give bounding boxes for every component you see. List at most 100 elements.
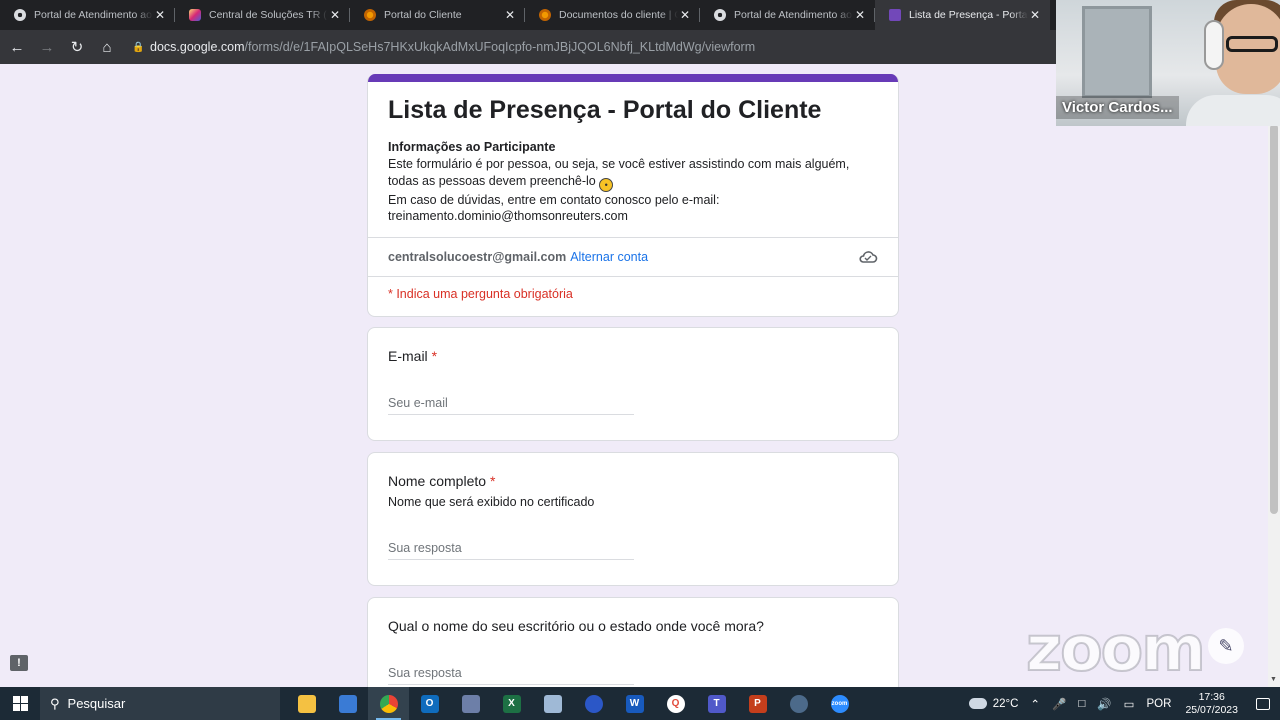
clock-time: 17:36 <box>1198 690 1225 703</box>
windows-taskbar: ⚲ Pesquisar O X W Q T P zoom 22°C ⌃ 🎤 □ … <box>0 687 1280 720</box>
portal-icon <box>364 9 376 21</box>
question-title: Qual o nome do seu escritório ou o estad… <box>388 618 878 634</box>
cloud-icon <box>968 698 987 709</box>
back-arrow-icon[interactable]: ← <box>4 34 30 60</box>
store-icon[interactable] <box>327 687 368 720</box>
chevron-up-icon[interactable]: ⌃ <box>1030 697 1040 711</box>
search-app-icon[interactable]: Q <box>655 687 696 720</box>
account-row: centralsolucoestr@gmail.com Alternar con… <box>368 238 898 276</box>
start-button[interactable] <box>0 687 40 720</box>
accent-band <box>368 74 898 82</box>
required-note: * Indica uma pergunta obrigatória <box>388 287 573 302</box>
cloud-save-icon <box>859 251 878 263</box>
notification-icon[interactable] <box>1256 697 1270 710</box>
language-indicator[interactable]: POR <box>1147 698 1172 710</box>
taskbar-search[interactable]: ⚲ Pesquisar <box>40 687 280 720</box>
zoom-watermark: zoom <box>1025 611 1207 686</box>
notes-icon[interactable] <box>532 687 573 720</box>
form-title: Lista de Presença - Portal do Cliente <box>388 96 822 124</box>
tab-central-solucoes[interactable]: Central de Soluções TR (@centralsolucoes… <box>175 0 350 30</box>
info-line-1: Este formulário é por pessoa, ou seja, s… <box>388 156 850 188</box>
remote-icon[interactable] <box>778 687 819 720</box>
tab-title: Documentos do cliente | Onvio <box>559 9 678 21</box>
lock-icon: 🔒 <box>132 42 145 53</box>
tab-documentos-cliente[interactable]: Documentos do cliente | Onvio ✕ <box>525 0 700 30</box>
close-icon[interactable]: ✕ <box>678 8 692 22</box>
question-label: E-mail <box>388 348 428 364</box>
taskbar-apps: O X W Q T P zoom <box>286 687 860 720</box>
instagram-icon <box>189 9 201 21</box>
close-icon[interactable]: ✕ <box>503 8 517 22</box>
question-title: Nome completo * <box>388 473 878 489</box>
clock-date: 25/07/2023 <box>1185 703 1238 716</box>
question-card-email: E-mail * <box>367 327 899 441</box>
reload-icon[interactable]: ↻ <box>64 34 90 60</box>
info-line-2: Em caso de dúvidas, entre em contato con… <box>388 192 720 207</box>
zoom-icon[interactable]: zoom <box>819 687 860 720</box>
pencil-icon[interactable]: ✎ <box>1208 628 1244 664</box>
close-icon[interactable]: ✕ <box>1028 8 1042 22</box>
tab-lista-presenca[interactable]: Lista de Presença - Portal do Cliente ✕ <box>875 0 1050 30</box>
feedback-icon[interactable]: ! <box>10 655 28 671</box>
address-bar[interactable]: 🔒 docs.google.com/forms/d/e/1FAIpQLSeHs7… <box>132 34 755 60</box>
form-header-card: Lista de Presença - Portal do Cliente In… <box>367 74 899 317</box>
question-label: Nome completo <box>388 473 487 489</box>
weather-widget[interactable]: 22°C <box>968 697 1019 710</box>
search-label: Pesquisar <box>67 696 126 711</box>
tab-portal-atendimento-2[interactable]: Portal de Atendimento ao Cliente ✕ <box>700 0 875 30</box>
scrollbar-thumb[interactable] <box>1270 124 1278 514</box>
form-description: Informações ao Participante Este formulá… <box>388 139 878 225</box>
question-card-full-name: Nome completo * Nome que será exibido no… <box>367 452 899 586</box>
powerpoint-icon[interactable]: P <box>737 687 778 720</box>
scroll-down-arrow-icon[interactable]: ▼ <box>1270 676 1277 683</box>
volume-icon[interactable]: 🔊 <box>1097 697 1111 711</box>
outlook-icon[interactable]: O <box>409 687 450 720</box>
windows-logo-icon <box>12 696 28 711</box>
network-icon[interactable]: □ <box>1078 698 1085 710</box>
tab-title: Lista de Presença - Portal do Cliente <box>909 9 1028 21</box>
clock[interactable]: 17:36 25/07/2023 <box>1185 691 1238 717</box>
snipping-icon[interactable] <box>450 687 491 720</box>
account-email: centralsolucoestr@gmail.com <box>388 250 567 265</box>
microphone-icon[interactable]: 🎤 <box>1052 697 1066 711</box>
participant-name: Victor Cardos... <box>1056 96 1179 119</box>
close-icon[interactable]: ✕ <box>153 8 167 22</box>
tab-title: Portal do Cliente <box>384 9 462 21</box>
required-asterisk: * <box>431 348 438 364</box>
teams-icon[interactable]: T <box>696 687 737 720</box>
excel-icon[interactable]: X <box>491 687 532 720</box>
system-tray: 22°C ⌃ 🎤 □ 🔊 ▭ POR 17:36 25/07/2023 <box>963 687 1280 720</box>
smile-emoji-icon: • <box>599 177 614 192</box>
gear-icon <box>14 9 26 21</box>
forward-arrow-icon[interactable]: → <box>34 34 60 60</box>
switch-account-link[interactable]: Alternar conta <box>570 250 648 264</box>
full-name-field[interactable] <box>388 537 634 560</box>
word-icon[interactable]: W <box>614 687 655 720</box>
question-title: E-mail * <box>388 348 878 364</box>
form-page: Lista de Presença - Portal do Cliente In… <box>0 64 1268 687</box>
required-asterisk: * <box>489 473 496 489</box>
question-label: Qual o nome do seu escritório ou o estad… <box>388 618 764 634</box>
url-host: docs.google.com <box>150 40 245 54</box>
url-path: /forms/d/e/1FAIpQLSeHs7HKxUkqkAdMxUFoqIc… <box>244 40 756 54</box>
close-icon[interactable]: ✕ <box>328 8 342 22</box>
info-email: treinamento.dominio@thomsonreuters.com <box>388 209 628 224</box>
tab-portal-atendimento-1[interactable]: Portal de Atendimento ao Cliente ✕ <box>0 0 175 30</box>
chrome-icon[interactable] <box>368 687 409 720</box>
page-scrollbar[interactable]: ▼ <box>1268 64 1280 687</box>
tab-title: Central de Soluções TR (@centralsolucoes… <box>209 9 328 21</box>
search-icon: ⚲ <box>50 695 60 711</box>
office-state-field[interactable] <box>388 662 634 685</box>
portal-icon <box>539 9 551 21</box>
file-explorer-icon[interactable] <box>286 687 327 720</box>
email-field[interactable] <box>388 392 634 415</box>
home-icon[interactable]: ⌂ <box>94 34 120 60</box>
info-heading: Informações ao Participante <box>388 140 556 154</box>
close-icon[interactable]: ✕ <box>853 8 867 22</box>
tab-title: Portal de Atendimento ao Cliente <box>734 9 853 21</box>
headset-app-icon[interactable] <box>573 687 614 720</box>
tab-portal-do-cliente[interactable]: Portal do Cliente ✕ <box>350 0 525 30</box>
question-help-text: Nome que será exibido no certificado <box>388 495 595 509</box>
temperature: 22°C <box>992 697 1019 710</box>
display-icon[interactable]: ▭ <box>1124 697 1135 711</box>
